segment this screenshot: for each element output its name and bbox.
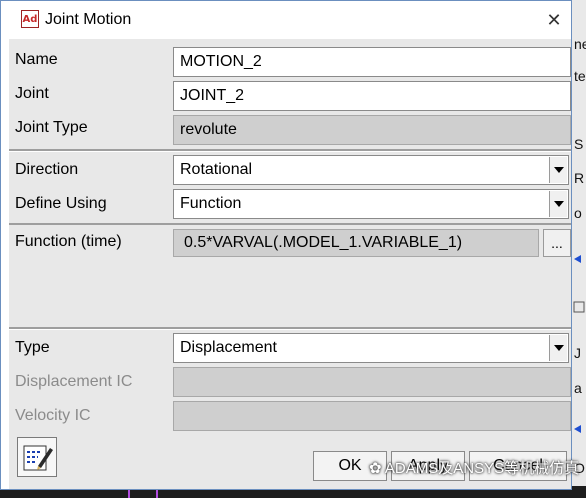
joint-type-label: Joint Type — [15, 119, 88, 136]
adams-app-icon: Ad — [21, 10, 39, 28]
close-icon: ✕ — [546, 9, 562, 30]
joint-field[interactable]: JOINT_2 — [173, 81, 571, 111]
background-text-fragment: o — [574, 205, 582, 221]
joint-type-field: revolute — [173, 115, 571, 145]
background-application: ne te S R o J a O — [570, 0, 586, 498]
function-section: Function (time) 0.5*VARVAL(.MODEL_1.VARI… — [9, 225, 571, 327]
background-text-fragment: S — [574, 136, 584, 152]
section-divider — [9, 327, 571, 330]
title-bar[interactable]: Ad Joint Motion ✕ — [1, 1, 571, 39]
background-text-fragment: te — [574, 68, 586, 84]
dropdown-arrow-icon[interactable] — [549, 191, 567, 217]
dropdown-arrow-icon[interactable] — [549, 157, 567, 183]
define-using-select[interactable]: Function — [173, 189, 569, 219]
background-arrow-icon — [573, 252, 585, 264]
function-field[interactable]: 0.5*VARVAL(.MODEL_1.VARIABLE_1) — [173, 229, 539, 257]
background-text-fragment: J — [574, 345, 581, 361]
velocity-ic-label: Velocity IC — [15, 407, 91, 424]
direction-selected-value: Rotational — [180, 161, 253, 178]
screen: ne te S R o J a O Ad Joint Motion ✕ Name… — [0, 0, 586, 498]
displacement-ic-label: Displacement IC — [15, 373, 133, 390]
joint-motion-dialog: Ad Joint Motion ✕ Name MOTION_2 Joint JO… — [0, 0, 579, 490]
background-text-fragment: R — [574, 170, 585, 186]
wechat-icon: ✿ — [369, 460, 382, 477]
name-field[interactable]: MOTION_2 — [173, 47, 571, 77]
name-label: Name — [15, 51, 58, 68]
section-divider — [9, 149, 571, 152]
function-builder-button[interactable]: ... — [543, 229, 571, 257]
function-editor-icon[interactable] — [17, 437, 57, 477]
watermark-text: ADAMS及ANSYS等机械仿真 — [384, 460, 580, 477]
direction-label: Direction — [15, 161, 79, 178]
define-using-selected-value: Function — [180, 195, 242, 212]
direction-select[interactable]: Rotational — [173, 155, 569, 185]
joint-label: Joint — [15, 85, 49, 102]
background-text-fragment: ne — [574, 36, 586, 52]
define-using-label: Define Using — [15, 195, 107, 212]
displacement-ic-field — [173, 367, 571, 397]
background-text-fragment: a — [574, 380, 582, 396]
type-select[interactable]: Displacement — [173, 333, 569, 363]
dialog-body: Name MOTION_2 Joint JOINT_2 Joint Type r… — [9, 39, 579, 489]
close-button[interactable]: ✕ — [537, 7, 571, 33]
background-tool-icon — [573, 300, 585, 313]
dropdown-arrow-icon[interactable] — [549, 335, 567, 361]
function-label: Function (time) — [15, 233, 122, 250]
button-bar: OK Apply Cancel ✿ ADAMS及ANSYS等机械仿真 — [9, 433, 579, 489]
dialog-title: Joint Motion — [45, 11, 132, 28]
type-selected-value: Displacement — [180, 339, 277, 356]
velocity-ic-field — [173, 401, 571, 431]
watermark: ✿ ADAMS及ANSYS等机械仿真 — [369, 457, 579, 478]
background-arrow-icon — [573, 422, 585, 434]
type-label: Type — [15, 339, 50, 356]
